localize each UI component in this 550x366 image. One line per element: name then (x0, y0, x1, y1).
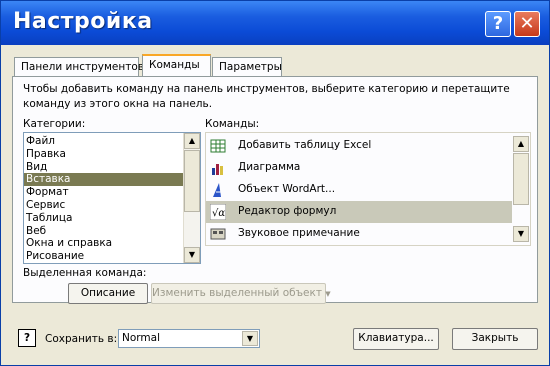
scroll-up-icon[interactable]: ▲ (184, 133, 200, 149)
category-item[interactable]: Файл (24, 135, 184, 148)
command-item[interactable]: Звуковое примечание (206, 223, 512, 245)
instructions-text: Чтобы добавить команду на панель инструм… (23, 83, 510, 110)
command-item[interactable]: Добавить таблицу Excel (206, 135, 512, 157)
command-label: Диаграмма (238, 161, 301, 173)
close-button[interactable]: Закрыть (452, 328, 538, 350)
wordart-icon (210, 182, 226, 198)
scroll-down-icon[interactable]: ▼ (513, 226, 529, 242)
chevron-down-icon[interactable]: ▼ (242, 331, 258, 346)
category-item[interactable]: Вид (24, 161, 184, 174)
category-item[interactable]: Сервис (24, 199, 184, 212)
scroll-thumb[interactable] (184, 150, 200, 212)
category-item[interactable]: Окна и справка (24, 237, 184, 250)
categories-listbox[interactable]: Файл Правка Вид Вставка Формат Сервис Таблица В… (23, 132, 201, 264)
dialog-title: Настройка (13, 9, 153, 34)
categories-scrollbar[interactable]: ▲ ▼ (183, 133, 200, 263)
save-in-value: Normal (122, 332, 160, 344)
sound-note-icon (210, 226, 226, 242)
commands-listbox[interactable]: Добавить таблицу Excel Диаграмма Объект Wo… (205, 132, 531, 246)
customize-dialog: Настройка ? ✕ Панели инструментов Команд… (0, 0, 550, 366)
excel-table-icon (210, 138, 226, 154)
scroll-thumb[interactable] (513, 153, 529, 205)
tab-options[interactable]: Параметры (212, 57, 282, 76)
command-item[interactable]: √α Редактор формул (206, 201, 512, 223)
command-label: Добавить таблицу Excel (238, 139, 372, 151)
selected-command-label: Выделенная команда: (23, 267, 147, 279)
command-item[interactable]: Объект WordArt... (206, 179, 512, 201)
chevron-down-icon: ▼ (325, 290, 331, 298)
command-label: Звуковое примечание (238, 227, 360, 239)
command-item[interactable]: Диаграмма (206, 157, 512, 179)
scroll-up-icon[interactable]: ▲ (513, 136, 529, 152)
commands-tab-panel: Чтобы добавить команду на панель инструм… (12, 76, 538, 304)
dialog-body: Панели инструментов Команды Параметры Чт… (4, 45, 546, 363)
command-label: Редактор формул (238, 205, 337, 217)
chart-icon (210, 160, 226, 176)
svg-text:√α: √α (212, 208, 225, 219)
close-window-button[interactable]: ✕ (514, 11, 540, 37)
commands-scrollbar[interactable]: ▲ ▼ (513, 133, 530, 245)
category-item[interactable]: Вставка (24, 173, 184, 187)
modify-selection-button[interactable]: Изменить выделенный объект ▼ (151, 283, 331, 304)
category-item[interactable]: Правка (24, 148, 184, 161)
commands-label: Команды: (205, 118, 260, 130)
equation-editor-icon: √α (209, 203, 227, 221)
help-button[interactable]: ? (485, 11, 511, 37)
scroll-down-icon[interactable]: ▼ (184, 247, 200, 263)
tab-toolbars[interactable]: Панели инструментов (14, 57, 144, 76)
modify-selection-label: Изменить выделенный объект (152, 287, 322, 299)
describe-button[interactable]: Описание (68, 283, 148, 304)
help-question-icon[interactable]: ? (18, 329, 36, 347)
category-item[interactable]: Таблица (24, 212, 184, 225)
category-item[interactable]: Рисование (24, 250, 184, 263)
categories-label: Категории: (23, 118, 86, 130)
tab-commands-label: Команды (149, 59, 200, 71)
category-item[interactable]: Формат (24, 186, 184, 199)
save-in-select[interactable]: Normal ▼ (118, 329, 260, 348)
save-in-label: Сохранить в: (45, 333, 118, 345)
keyboard-button[interactable]: Клавиатура... (353, 328, 439, 350)
tab-options-label: Параметры (219, 61, 282, 73)
tab-commands[interactable]: Команды (142, 54, 211, 76)
title-bar[interactable]: Настройка ? ✕ (1, 1, 549, 45)
tab-toolbars-label: Панели инструментов (21, 61, 144, 73)
category-item[interactable]: Веб (24, 225, 184, 238)
command-label: Объект WordArt... (238, 183, 336, 195)
